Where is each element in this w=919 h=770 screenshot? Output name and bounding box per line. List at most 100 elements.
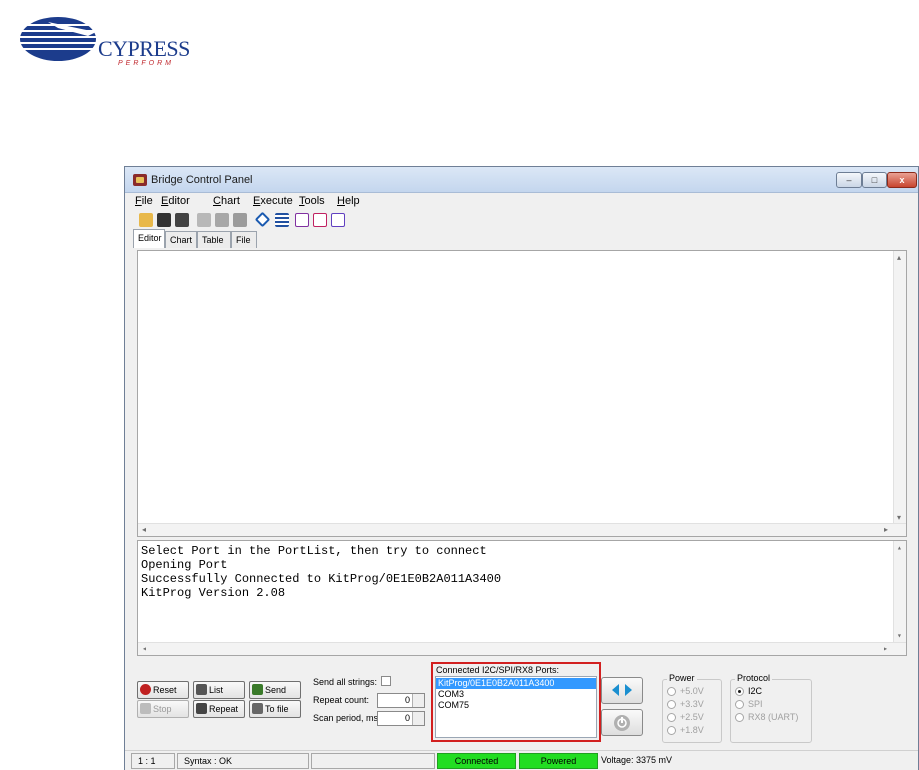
list-icon[interactable] — [275, 213, 289, 227]
paste-icon[interactable] — [233, 213, 247, 227]
scroll-left-icon[interactable]: ◂ — [142, 644, 147, 654]
power-radio-1v8[interactable] — [667, 726, 676, 735]
scan-period-label: Scan period, ms: — [313, 713, 381, 723]
close-button[interactable]: x — [887, 172, 917, 188]
status-spacer — [311, 753, 435, 769]
power-label-3v3: +3.3V — [680, 699, 704, 709]
menu-tools[interactable]: Tools — [299, 195, 325, 207]
open-icon[interactable] — [139, 213, 153, 227]
power-label-5v: +5.0V — [680, 686, 704, 696]
connected-ports-panel: Connected I2C/SPI/RX8 Ports: KitProg/0E1… — [431, 662, 601, 742]
globe-icon — [18, 17, 98, 61]
power-icon — [614, 715, 630, 731]
scroll-down-icon[interactable]: ▾ — [897, 631, 902, 641]
cypress-logo: CYPRESS PERFORM — [14, 10, 190, 72]
scroll-up-icon[interactable]: ▴ — [897, 543, 902, 553]
connected-status-badge: Connected — [437, 753, 516, 769]
send-button[interactable]: Send — [249, 681, 301, 699]
script-editor[interactable]: ▴ ▾ ◂ ▸ — [137, 250, 907, 537]
logo-wordmark: CYPRESS — [98, 36, 190, 61]
tab-table[interactable]: Table — [197, 231, 231, 248]
syntax-status: Syntax : OK — [177, 753, 309, 769]
scroll-right-icon[interactable]: ▸ — [883, 644, 888, 654]
connect-arrows-icon — [612, 684, 632, 696]
send-all-strings-label: Send all strings: — [313, 677, 378, 687]
menu-help[interactable]: Help — [337, 195, 360, 207]
menu-execute[interactable]: Execute — [253, 195, 293, 207]
repeat-icon — [196, 703, 207, 714]
connect-button[interactable] — [601, 677, 643, 704]
scroll-right-icon[interactable]: ▸ — [884, 525, 888, 534]
minimize-button[interactable]: – — [836, 172, 862, 188]
stop-button[interactable]: Stop — [137, 700, 189, 718]
power-radio-5v[interactable] — [667, 687, 676, 696]
protocol-radio-i2c[interactable] — [735, 687, 744, 696]
protocol-group-title: Protocol — [735, 673, 773, 683]
power-label-2v5: +2.5V — [680, 712, 704, 722]
repeat-count-stepper[interactable]: 0 — [377, 693, 425, 708]
bridge-control-panel-window: Bridge Control Panel – □ x File Editor C… — [124, 166, 919, 770]
send-all-strings-checkbox[interactable] — [381, 676, 391, 686]
scroll-up-icon[interactable]: ▴ — [897, 253, 901, 262]
repeat-count-label: Repeat count: — [313, 695, 370, 705]
power-radio-2v5[interactable] — [667, 713, 676, 722]
reset-button[interactable]: Reset — [137, 681, 189, 699]
diamond-icon[interactable] — [254, 211, 271, 228]
cut-icon[interactable] — [197, 213, 211, 227]
stop-icon — [140, 703, 151, 714]
save-icon[interactable] — [157, 213, 171, 227]
editor-horizontal-scrollbar[interactable]: ◂ ▸ — [138, 523, 906, 536]
protocol-radio-rx8[interactable] — [735, 713, 744, 722]
menu-file[interactable]: File — [135, 195, 153, 207]
menu-bar: File Editor Chart Execute Tools Help — [125, 193, 918, 211]
chart-table-icon[interactable] — [331, 213, 345, 227]
protocol-label-rx8: RX8 (UART) — [748, 712, 799, 722]
send-icon — [252, 684, 263, 695]
list-icon — [196, 684, 207, 695]
tab-file[interactable]: File — [231, 231, 257, 248]
port-item[interactable]: COM3 — [436, 689, 596, 700]
log-line: Successfully Connected to KitProg/0E1E0B… — [141, 572, 502, 586]
ports-list[interactable]: KitProg/0E1E0B2A011A3400 COM3 COM75 — [435, 676, 597, 738]
ports-label: Connected I2C/SPI/RX8 Ports: — [436, 665, 560, 675]
list-button[interactable]: List — [193, 681, 245, 699]
protocol-radio-spi[interactable] — [735, 700, 744, 709]
to-file-button[interactable]: To file — [249, 700, 301, 718]
window-title: Bridge Control Panel — [151, 174, 253, 186]
power-group: Power +5.0V +3.3V +2.5V +1.8V — [662, 673, 722, 743]
log-vertical-scrollbar[interactable]: ▴ ▾ — [893, 541, 906, 655]
menu-chart[interactable]: Chart — [213, 195, 240, 207]
scroll-down-icon[interactable]: ▾ — [897, 513, 901, 522]
chart-bar-icon[interactable] — [313, 213, 327, 227]
log-horizontal-scrollbar[interactable]: ◂ ▸ — [138, 642, 906, 655]
scroll-left-icon[interactable]: ◂ — [142, 525, 146, 534]
port-item[interactable]: COM75 — [436, 700, 596, 711]
power-button[interactable] — [601, 709, 643, 736]
tab-editor[interactable]: Editor — [133, 229, 165, 248]
status-bar: 1 : 1 Syntax : OK Connected Powered Volt… — [125, 750, 918, 770]
voltage-readout: Voltage: 3375 mV — [601, 755, 673, 765]
power-label-1v8: +1.8V — [680, 725, 704, 735]
to-file-icon — [252, 703, 263, 714]
protocol-label-spi: SPI — [748, 699, 763, 709]
scan-period-stepper[interactable]: 0 — [377, 711, 425, 726]
powered-status-badge: Powered — [519, 753, 598, 769]
port-item[interactable]: KitProg/0E1E0B2A011A3400 — [436, 678, 596, 689]
copy-icon[interactable] — [215, 213, 229, 227]
app-icon — [133, 174, 147, 186]
log-line: Select Port in the PortList, then try to… — [141, 544, 487, 558]
tab-chart[interactable]: Chart — [165, 231, 197, 248]
chart-line-icon[interactable] — [295, 213, 309, 227]
title-bar: Bridge Control Panel – □ x — [125, 167, 918, 193]
cursor-position: 1 : 1 — [131, 753, 175, 769]
reset-icon — [140, 684, 151, 695]
menu-editor[interactable]: Editor — [161, 195, 190, 207]
repeat-button[interactable]: Repeat — [193, 700, 245, 718]
maximize-button[interactable]: □ — [862, 172, 887, 188]
protocol-label-i2c: I2C — [748, 686, 763, 696]
editor-vertical-scrollbar[interactable]: ▴ ▾ — [893, 251, 906, 536]
save-as-icon[interactable] — [175, 213, 189, 227]
protocol-group: Protocol I2C SPI RX8 (UART) — [730, 673, 812, 743]
power-radio-3v3[interactable] — [667, 700, 676, 709]
output-log[interactable]: Select Port in the PortList, then try to… — [137, 540, 907, 656]
